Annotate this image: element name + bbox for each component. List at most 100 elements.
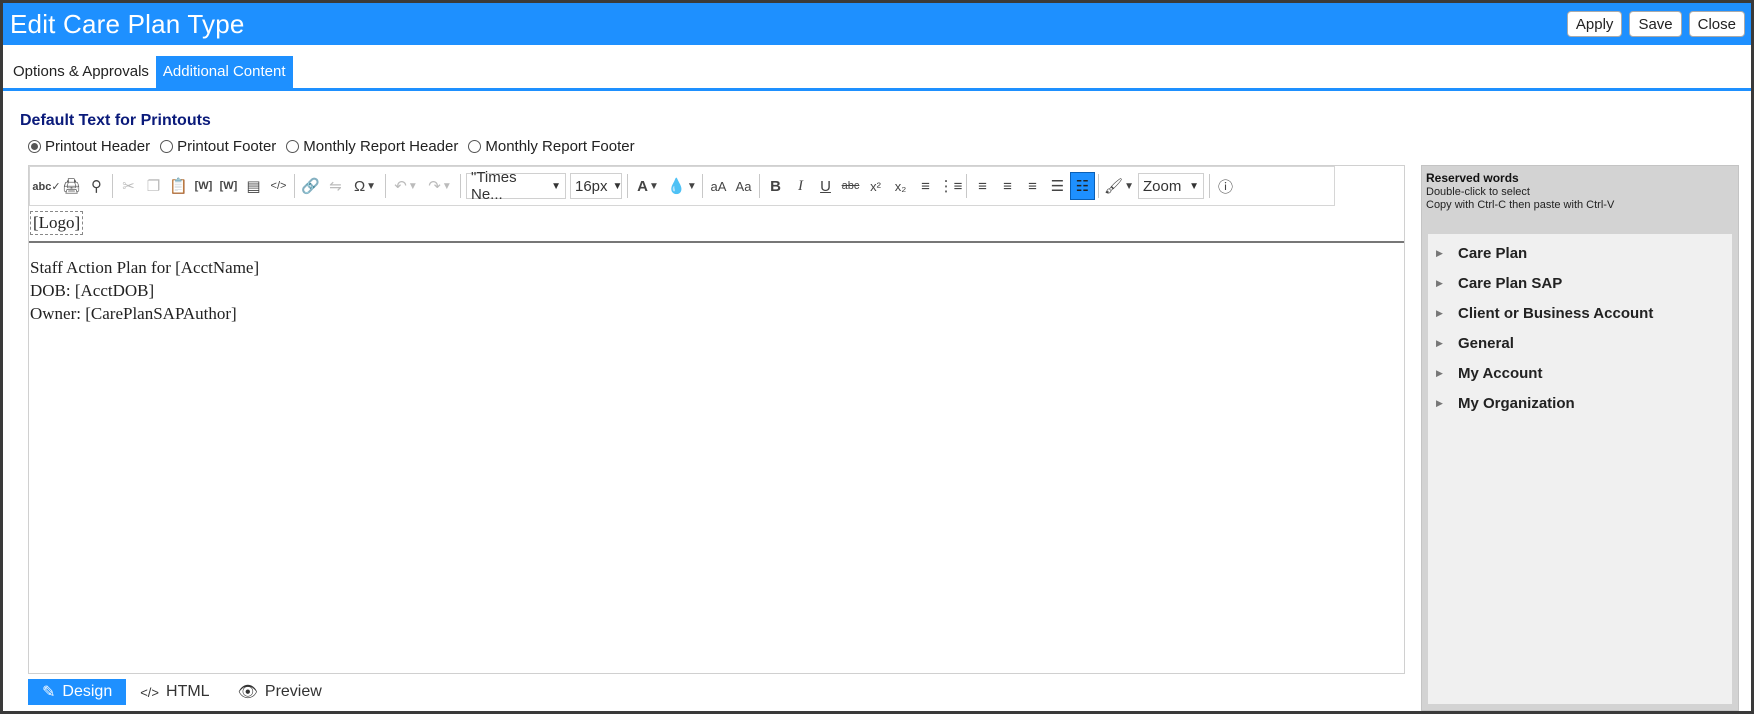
title-bar: Edit Care Plan Type Apply Save Close xyxy=(3,3,1751,45)
radio-printout-header[interactable]: Printout Header xyxy=(28,138,150,155)
expand-arrow-icon[interactable]: ▶ xyxy=(1436,398,1458,409)
justify-icon[interactable]: ☰ xyxy=(1045,172,1070,200)
superscript-icon[interactable]: x² xyxy=(863,172,888,200)
tree-item-my-organization[interactable]: ▶ My Organization xyxy=(1428,388,1732,418)
tree-item-client-business-account[interactable]: ▶ Client or Business Account xyxy=(1428,298,1732,328)
expand-arrow-icon[interactable]: ▶ xyxy=(1436,338,1458,349)
design-mode-tab[interactable]: ✎ Design xyxy=(28,679,127,705)
tab-bar: Options & Approvals Additional Content xyxy=(3,56,1751,91)
link-icon[interactable]: 🔗 xyxy=(298,172,323,200)
paste-html-icon[interactable]: </> xyxy=(266,172,291,200)
expand-arrow-icon[interactable]: ▶ xyxy=(1436,278,1458,289)
radio-label: Monthly Report Header xyxy=(303,138,459,155)
font-size-value: 16px xyxy=(575,177,608,195)
tree-item-care-plan[interactable]: ▶ Care Plan xyxy=(1428,238,1732,268)
save-button[interactable]: Save xyxy=(1629,11,1682,37)
radio-label: Printout Footer xyxy=(177,138,277,155)
reserved-words-hint: Double-click to select xyxy=(1426,186,1530,198)
reserved-words-hint: Copy with Ctrl-C then paste with Ctrl-V xyxy=(1426,199,1615,211)
tree-item-label: Client or Business Account xyxy=(1458,304,1654,322)
clear-format-icon[interactable]: ☷ xyxy=(1070,172,1095,200)
bold-icon[interactable]: B xyxy=(763,172,788,200)
ordered-list-icon[interactable]: ≡ xyxy=(913,172,938,200)
strikethrough-icon[interactable]: abc xyxy=(838,172,863,200)
align-right-icon[interactable]: ≡ xyxy=(1020,172,1045,200)
logo-placeholder[interactable]: [Logo] xyxy=(30,211,84,235)
reserved-words-tree: ▶ Care Plan ▶ Care Plan SAP ▶ Client or … xyxy=(1428,234,1732,704)
toolbar-separator xyxy=(702,174,703,198)
tree-item-label: General xyxy=(1458,334,1514,352)
italic-icon[interactable]: I xyxy=(788,172,813,200)
spellcheck-icon[interactable]: abc✓ xyxy=(32,172,60,200)
radio-button-checked[interactable] xyxy=(28,140,41,153)
radio-printout-footer[interactable]: Printout Footer xyxy=(160,138,276,155)
toolbar-separator xyxy=(759,174,760,198)
unordered-list-icon[interactable]: ⋮≡ xyxy=(938,172,963,200)
lowercase-icon[interactable]: aA xyxy=(706,172,731,200)
titlecase-icon[interactable]: Aa xyxy=(731,172,756,200)
editor-content[interactable]: Staff Action Plan for [AcctName] DOB: [A… xyxy=(30,256,259,325)
background-color-icon[interactable]: 💧 ▼ xyxy=(665,172,699,200)
unlink-icon[interactable]: ⇋ xyxy=(323,172,348,200)
section-title: Default Text for Printouts xyxy=(20,112,211,129)
paste-icon[interactable]: 📋 xyxy=(166,172,191,200)
title-actions: Apply Save Close xyxy=(1566,11,1751,37)
preview-mode-tab[interactable]: 👁 Preview xyxy=(224,679,336,705)
window-frame: Edit Care Plan Type Apply Save Close Opt… xyxy=(0,0,1754,714)
radio-label: Monthly Report Footer xyxy=(485,138,635,155)
paste-text-icon[interactable]: ▤ xyxy=(241,172,266,200)
close-button[interactable]: Close xyxy=(1688,11,1745,37)
font-family-value: "Times Ne... xyxy=(471,169,517,203)
reserved-words-header: Reserved words Double-click to select Co… xyxy=(1426,171,1614,211)
zoom-select[interactable]: Zoom ▼ xyxy=(1138,173,1204,199)
mode-label: Design xyxy=(62,683,113,700)
find-icon[interactable]: ⚲ xyxy=(84,172,109,200)
toolbar-separator xyxy=(627,174,628,198)
eye-icon: 👁 xyxy=(237,684,258,701)
editor-mode-tabs: ✎ Design </> HTML 👁 Preview xyxy=(28,679,336,705)
toolbar-separator xyxy=(385,174,386,198)
print-icon[interactable]: 🖨 xyxy=(59,172,84,200)
underline-icon[interactable]: U xyxy=(813,172,838,200)
format-painter-icon[interactable]: 🖌 ▼ xyxy=(1102,172,1136,200)
expand-arrow-icon[interactable]: ▶ xyxy=(1436,308,1458,319)
font-size-select[interactable]: 16px ▼ xyxy=(570,173,622,199)
subscript-icon[interactable]: x₂ xyxy=(888,172,913,200)
help-icon[interactable]: ⓘ xyxy=(1213,172,1238,200)
radio-button[interactable] xyxy=(160,140,174,153)
expand-arrow-icon[interactable]: ▶ xyxy=(1436,368,1458,379)
copy-icon[interactable]: ❐ xyxy=(141,172,166,200)
zoom-value: Zoom xyxy=(1143,177,1182,195)
paste-word-icon[interactable]: [W] xyxy=(216,172,241,200)
apply-button[interactable]: Apply xyxy=(1566,11,1623,37)
paste-word-icon[interactable]: [W] xyxy=(191,172,216,200)
radio-monthly-report-footer[interactable]: Monthly Report Footer xyxy=(468,138,635,155)
expand-arrow-icon[interactable]: ▶ xyxy=(1436,248,1458,259)
tree-item-care-plan-sap[interactable]: ▶ Care Plan SAP xyxy=(1428,268,1732,298)
chevron-down-icon: ▼ xyxy=(612,180,623,192)
undo-icon[interactable]: ↶ ▼ xyxy=(389,172,423,200)
tree-item-my-account[interactable]: ▶ My Account xyxy=(1428,358,1732,388)
toolbar-separator xyxy=(460,174,461,198)
mode-label: HTML xyxy=(166,683,210,700)
align-center-icon[interactable]: ≡ xyxy=(995,172,1020,200)
editor-toolbar: abc✓ 🖨 ⚲ ✂ ❐ 📋 [W] [W] ▤ </> 🔗 ⇋ Ω ▼ ↶ ▼ ↷… xyxy=(29,166,1335,206)
align-left-icon[interactable]: ≡ xyxy=(970,172,995,200)
cut-icon[interactable]: ✂ xyxy=(116,172,141,200)
radio-button[interactable] xyxy=(286,140,300,153)
special-char-icon[interactable]: Ω ▼ xyxy=(348,172,382,200)
radio-label: Printout Header xyxy=(45,138,151,155)
reserved-words-panel: Reserved words Double-click to select Co… xyxy=(1421,165,1739,711)
editor-header-region[interactable]: [Logo] xyxy=(29,208,1404,243)
radio-button[interactable] xyxy=(468,140,482,153)
font-color-icon[interactable]: A ▼ xyxy=(631,172,665,200)
tab-additional-content[interactable]: Additional Content xyxy=(155,56,293,88)
html-mode-tab[interactable]: </> HTML xyxy=(126,679,223,705)
font-family-select[interactable]: "Times Ne... ▼ xyxy=(466,169,566,203)
code-icon: </> xyxy=(140,684,160,700)
tab-options-approvals[interactable]: Options & Approvals xyxy=(6,56,156,88)
radio-monthly-report-header[interactable]: Monthly Report Header xyxy=(286,138,458,155)
tree-item-general[interactable]: ▶ General xyxy=(1428,328,1732,358)
redo-icon[interactable]: ↷ ▼ xyxy=(423,172,457,200)
pencil-icon: ✎ xyxy=(42,684,56,701)
